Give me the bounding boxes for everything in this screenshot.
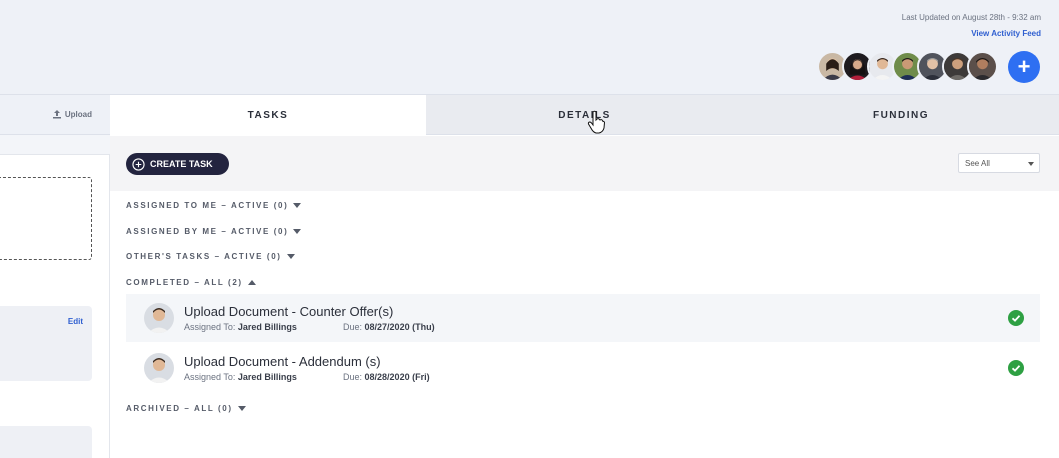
add-member-button[interactable]: +	[1008, 51, 1040, 83]
assigned-prefix: Assigned To:	[184, 322, 236, 332]
due-prefix: Due:	[343, 372, 363, 382]
assignee-name: Jared Billings	[237, 322, 297, 332]
upload-button[interactable]: Upload	[52, 109, 92, 119]
hand-pointer-cursor-icon	[587, 110, 605, 134]
due-date: 08/27/2020	[364, 322, 410, 332]
section-label: ASSIGNED TO ME – ACTIVE (0)	[126, 201, 289, 210]
task-meta: Assigned To: Jared Billings Due: 08/28/2…	[184, 372, 430, 382]
section-label: ARCHIVED – ALL (0)	[126, 404, 233, 413]
plus-circle-icon	[132, 157, 145, 171]
due-day: (Fri)	[412, 372, 430, 382]
caret-down-icon	[286, 254, 295, 259]
left-panel-card: Edit	[0, 306, 92, 381]
task-filter-value: See All	[965, 159, 990, 168]
upload-label: Upload	[64, 109, 92, 119]
avatar[interactable]	[967, 51, 998, 82]
document-drop-zone[interactable]	[0, 177, 92, 260]
task-meta: Assigned To: Jared Billings Due: 08/27/2…	[184, 322, 435, 332]
create-task-button[interactable]: CREATE TASK	[126, 153, 229, 175]
section-others-tasks[interactable]: OTHER'S TASKS – ACTIVE (0)	[126, 252, 295, 261]
view-activity-feed-link[interactable]: View Activity Feed	[971, 29, 1041, 38]
tab-details[interactable]: DETAILS	[426, 95, 743, 135]
section-archived[interactable]: ARCHIVED – ALL (0)	[126, 404, 246, 413]
section-completed[interactable]: COMPLETED – ALL (2)	[126, 278, 256, 287]
assignee-name: Jared Billings	[237, 372, 297, 382]
upload-icon	[52, 110, 61, 119]
due-info: Due: 08/27/2020 (Thu)	[343, 322, 435, 332]
task-title: Upload Document - Addendum (s)	[184, 354, 381, 369]
edit-link[interactable]: Edit	[68, 317, 83, 326]
task-row[interactable]: Upload Document - Addendum (s) Assigned …	[126, 344, 1040, 392]
due-day: (Thu)	[412, 322, 435, 332]
caret-down-icon	[293, 203, 302, 208]
tab-funding[interactable]: FUNDING	[743, 95, 1059, 135]
assignee-avatar	[144, 303, 174, 333]
chevron-down-icon	[1028, 162, 1034, 166]
left-panel: Upload Edit	[0, 95, 110, 458]
assignee-avatar	[144, 353, 174, 383]
left-panel-header: Upload	[0, 95, 110, 135]
left-panel-card	[0, 426, 92, 458]
section-assigned-to-me[interactable]: ASSIGNED TO ME – ACTIVE (0)	[126, 201, 302, 210]
caret-down-icon	[293, 229, 302, 234]
caret-up-icon	[247, 280, 256, 285]
due-info: Due: 08/28/2020 (Fri)	[343, 372, 430, 382]
tasks-toolbar: CREATE TASK See All	[110, 136, 1059, 191]
left-panel-strip	[0, 135, 110, 155]
completed-check-icon	[1008, 360, 1024, 376]
section-label: OTHER'S TASKS – ACTIVE (0)	[126, 252, 282, 261]
task-row[interactable]: Upload Document - Counter Offer(s) Assig…	[126, 294, 1040, 342]
task-filter-select[interactable]: See All	[958, 153, 1040, 173]
due-prefix: Due:	[343, 322, 363, 332]
last-updated-text: Last Updated on August 28th - 9:32 am	[901, 13, 1041, 22]
tab-tasks[interactable]: TASKS	[110, 95, 426, 135]
completed-check-icon	[1008, 310, 1024, 326]
tab-bar: TASKS DETAILS FUNDING	[110, 95, 1059, 135]
section-label: COMPLETED – ALL (2)	[126, 278, 243, 287]
section-assigned-by-me[interactable]: ASSIGNED BY ME – ACTIVE (0)	[126, 227, 302, 236]
caret-down-icon	[237, 406, 246, 411]
section-label: ASSIGNED BY ME – ACTIVE (0)	[126, 227, 289, 236]
assigned-prefix: Assigned To:	[184, 372, 236, 382]
top-header: Last Updated on August 28th - 9:32 am Vi…	[0, 0, 1059, 95]
due-date: 08/28/2020	[364, 372, 410, 382]
task-title: Upload Document - Counter Offer(s)	[184, 304, 394, 319]
create-task-label: CREATE TASK	[150, 159, 213, 169]
